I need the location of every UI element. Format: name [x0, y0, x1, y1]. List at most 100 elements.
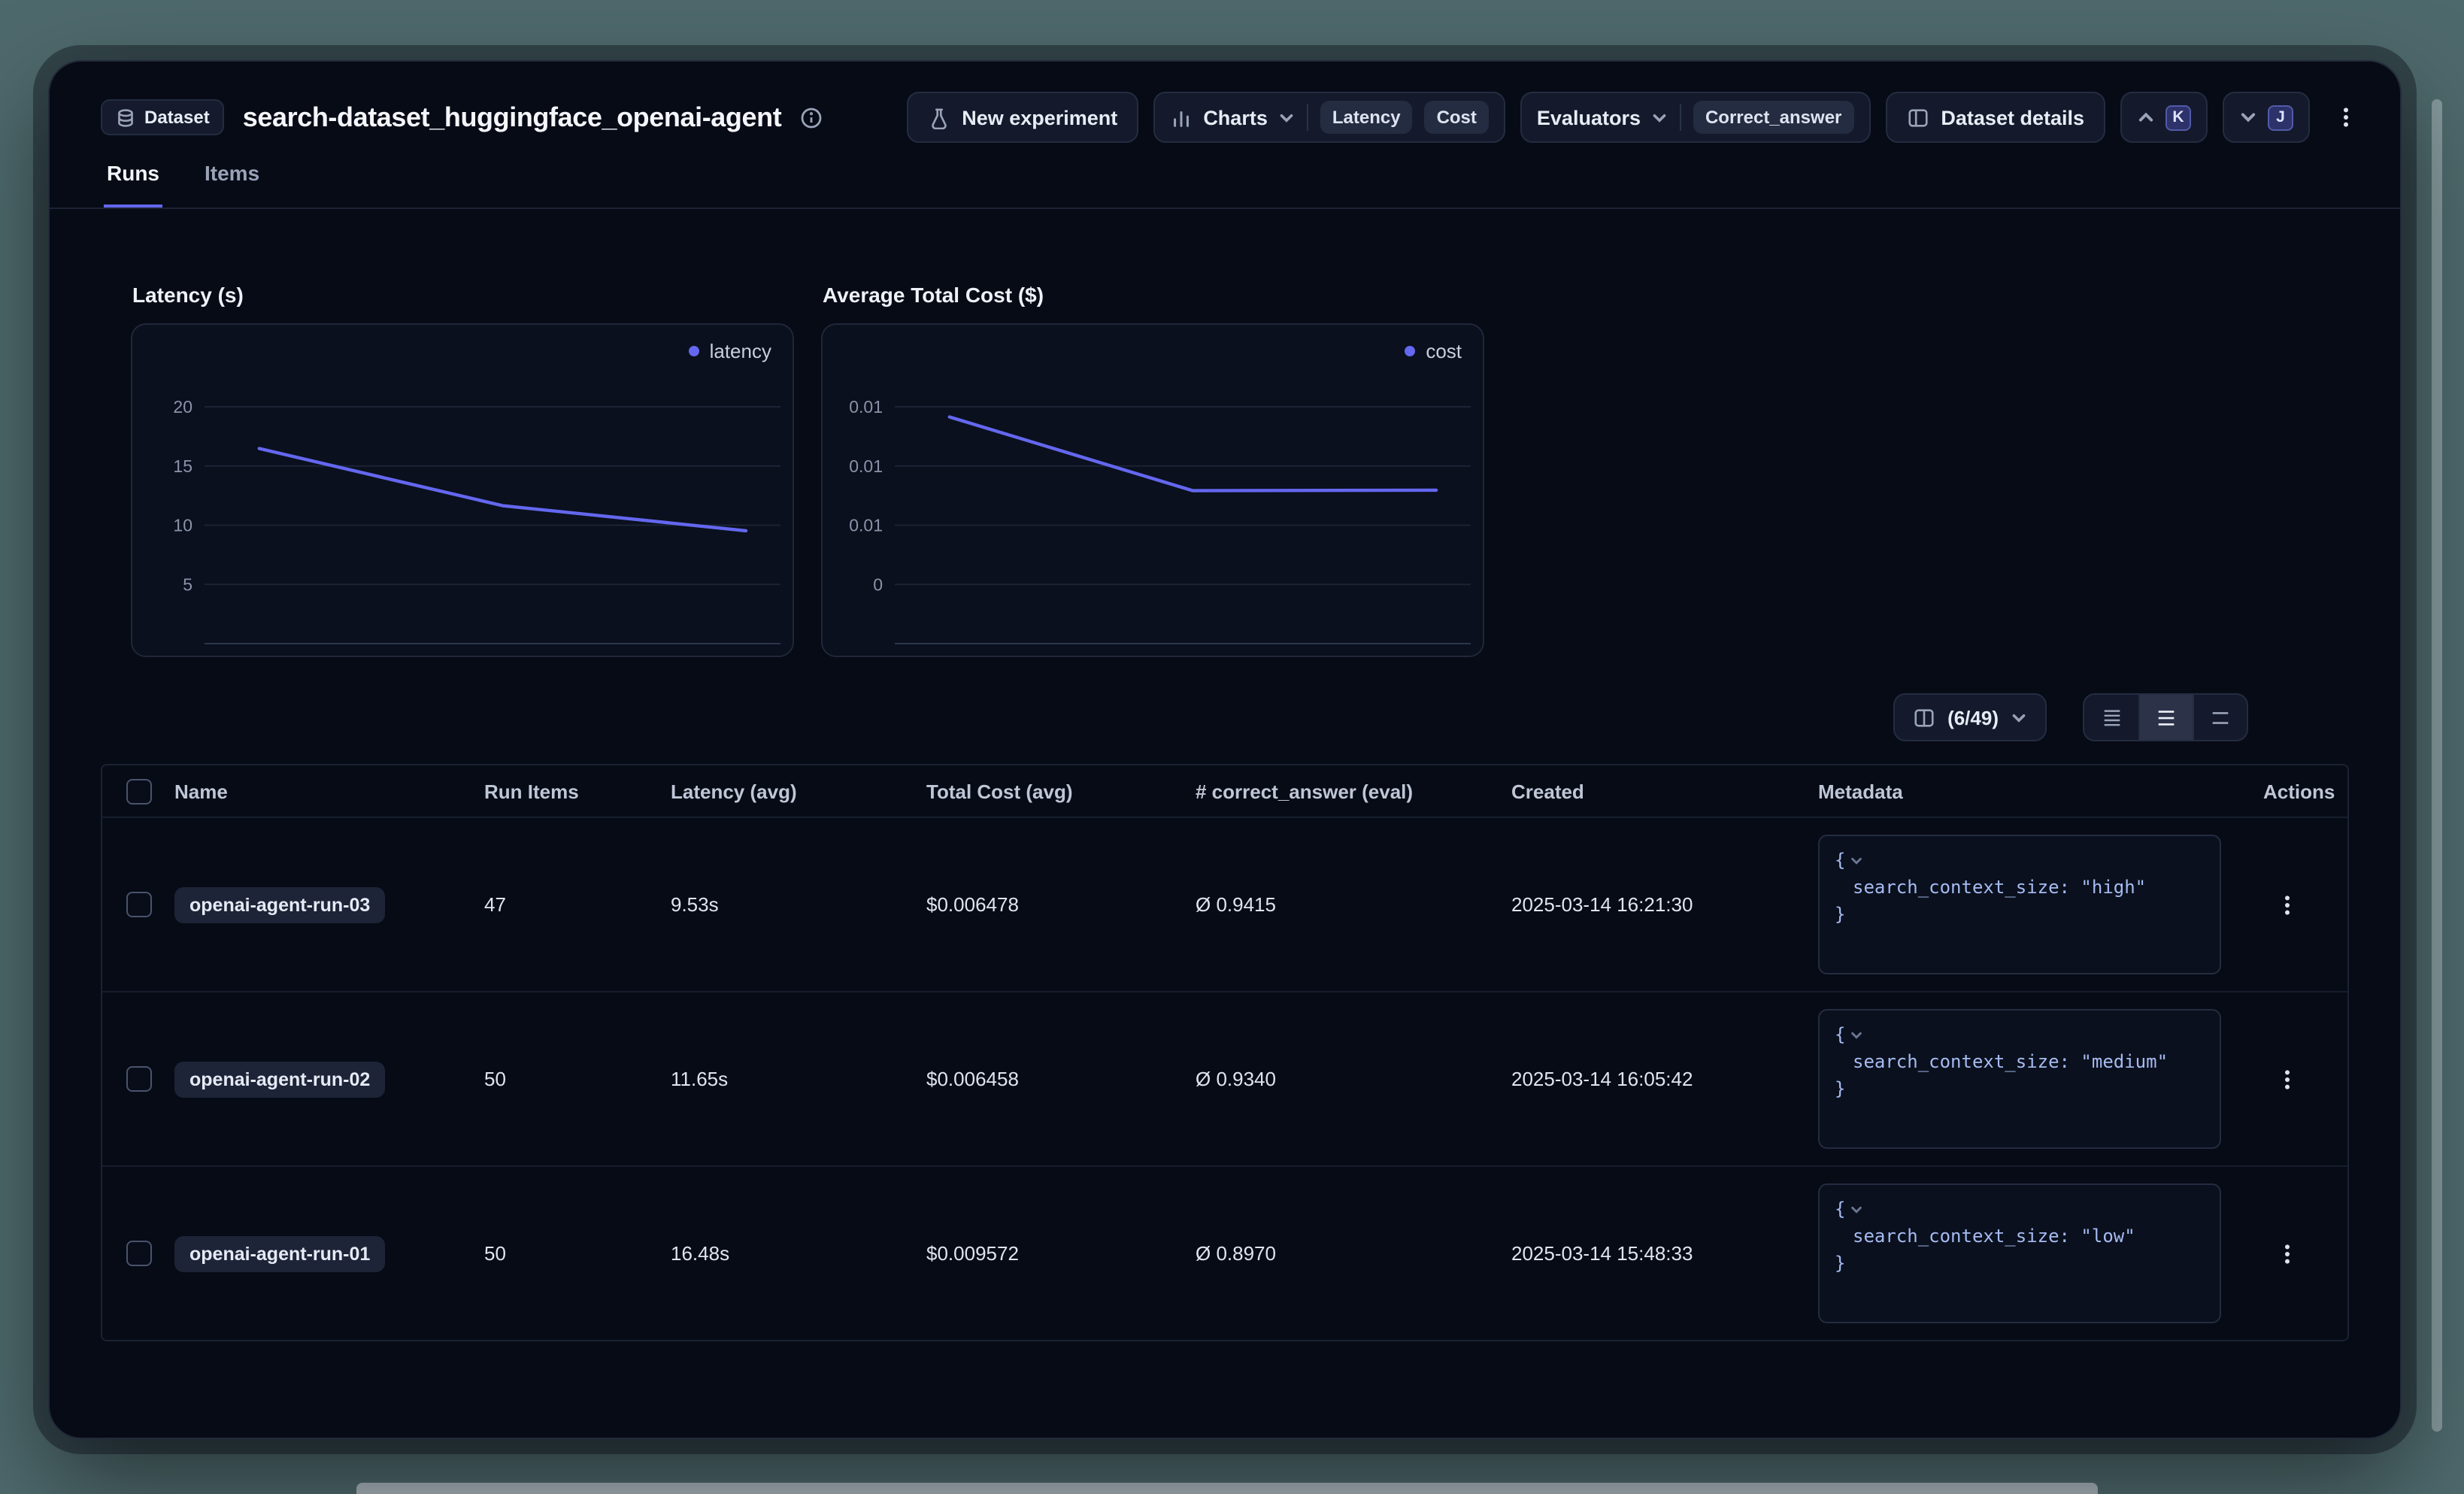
row-actions-button[interactable]	[2266, 1232, 2308, 1274]
chevron-down-icon	[1278, 109, 1295, 126]
shortcut-key-badge: J	[2268, 105, 2293, 130]
column-header-created[interactable]: Created	[1511, 780, 1818, 802]
table-row[interactable]: openai-agent-run-02 50 11.65s $0.006458 …	[102, 991, 2347, 1165]
charts-dropdown[interactable]: Charts	[1170, 106, 1295, 129]
info-icon[interactable]	[799, 106, 822, 129]
column-header-run-items[interactable]: Run Items	[484, 780, 671, 802]
json-body: search_context_size: "high"	[1835, 874, 2205, 901]
latency-value: 16.48s	[671, 1242, 926, 1265]
svg-text:20: 20	[173, 397, 192, 417]
tab-bar: Runs Items	[104, 143, 2367, 208]
total-cost-value: $0.006458	[926, 1068, 1196, 1090]
table-controls: (6/49)	[101, 693, 2349, 741]
correct-answer-value: Ø 0.8970	[1196, 1242, 1511, 1265]
row-height-small-button[interactable]	[2084, 695, 2138, 740]
row-checkbox[interactable]	[126, 1066, 151, 1092]
table-row[interactable]: openai-agent-run-03 47 9.53s $0.006478 Ø…	[102, 817, 2347, 991]
kebab-menu-icon	[2275, 1067, 2299, 1091]
evaluator-chip-correct-answer[interactable]: Correct_answer	[1693, 101, 1853, 134]
svg-text:0.01: 0.01	[849, 516, 883, 535]
cost-line-chart: 0.010.010.010	[823, 325, 1483, 656]
metadata-json[interactable]: { search_context_size: "high" }	[1818, 835, 2221, 974]
chart-legend: latency	[689, 340, 771, 362]
json-close-brace: }	[1835, 1250, 2205, 1277]
dataset-badge: Dataset	[101, 99, 225, 135]
dataset-details-button[interactable]: Dataset details	[1885, 92, 2105, 143]
column-header-correct-answer[interactable]: # correct_answer (eval)	[1196, 780, 1511, 802]
desktop: Dataset search-dataset_huggingface_opena…	[0, 0, 2464, 1494]
run-name-badge[interactable]: openai-agent-run-01	[174, 1235, 385, 1271]
dataset-details-label: Dataset details	[1941, 106, 2084, 129]
app-window: Dataset search-dataset_huggingface_opena…	[48, 60, 2402, 1439]
row-height-large-button[interactable]	[2193, 695, 2247, 740]
kebab-menu-icon	[2275, 892, 2299, 917]
column-visibility-button[interactable]: (6/49)	[1893, 693, 2047, 741]
evaluators-label: Evaluators	[1537, 106, 1641, 129]
run-name-badge[interactable]: openai-agent-run-03	[174, 886, 385, 923]
flask-icon	[927, 106, 950, 129]
legend-dot	[1405, 346, 1415, 356]
chevron-down-icon	[1651, 109, 1668, 126]
row-height-medium-button[interactable]	[2138, 695, 2193, 740]
row-checkbox[interactable]	[126, 1241, 151, 1266]
chart-title: Latency (s)	[132, 280, 794, 310]
scrollbar[interactable]	[2432, 99, 2442, 1432]
latency-value: 9.53s	[671, 893, 926, 916]
json-open-brace: {	[1835, 847, 1845, 874]
created-value: 2025-03-14 15:48:33	[1511, 1242, 1818, 1265]
collapse-chevron-icon[interactable]	[1850, 1028, 1863, 1041]
background-window-edge	[356, 1483, 2098, 1494]
tab-items[interactable]: Items	[202, 161, 262, 208]
table-row[interactable]: openai-agent-run-01 50 16.48s $0.009572 …	[102, 1165, 2347, 1340]
row-checkbox[interactable]	[126, 892, 151, 917]
divider	[1307, 104, 1308, 131]
column-header-metadata[interactable]: Metadata	[1818, 780, 2263, 802]
metadata-json[interactable]: { search_context_size: "medium" }	[1818, 1009, 2221, 1149]
column-header-total-cost[interactable]: Total Cost (avg)	[926, 780, 1196, 802]
nav-next-button[interactable]: J	[2223, 92, 2310, 143]
legend-label: latency	[710, 340, 771, 362]
header: Dataset search-dataset_huggingface_opena…	[50, 92, 2400, 209]
row-height-large-icon	[2209, 706, 2232, 729]
created-value: 2025-03-14 16:05:42	[1511, 1068, 1818, 1090]
chevron-down-icon	[2239, 108, 2257, 126]
chart-filter-chip-latency[interactable]: Latency	[1320, 101, 1413, 134]
chart-title: Average Total Cost ($)	[823, 280, 1484, 310]
metadata-json[interactable]: { search_context_size: "low" }	[1818, 1183, 2221, 1323]
new-experiment-button[interactable]: New experiment	[906, 92, 1138, 143]
correct-answer-value: Ø 0.9340	[1196, 1068, 1511, 1090]
evaluators-dropdown[interactable]: Evaluators	[1537, 106, 1668, 129]
charts-section: Latency (s) latency 2015105 Average Tota…	[131, 280, 2349, 657]
cost-chart-block: Average Total Cost ($) cost 0.010.010.01…	[821, 280, 1484, 657]
column-header-actions: Actions	[2263, 780, 2353, 802]
latency-line-chart: 2015105	[132, 325, 793, 656]
run-items-value: 50	[484, 1242, 671, 1265]
table-header-row: Name Run Items Latency (avg) Total Cost …	[102, 765, 2347, 817]
tab-runs[interactable]: Runs	[104, 161, 162, 208]
correct-answer-value: Ø 0.9415	[1196, 893, 1511, 916]
column-header-latency[interactable]: Latency (avg)	[671, 780, 926, 802]
select-all-checkbox[interactable]	[126, 778, 151, 804]
column-header-name[interactable]: Name	[174, 780, 484, 802]
collapse-chevron-icon[interactable]	[1850, 1202, 1863, 1216]
collapse-chevron-icon[interactable]	[1850, 853, 1863, 867]
total-cost-value: $0.006478	[926, 893, 1196, 916]
shortcut-key-badge: K	[2165, 105, 2191, 130]
svg-text:5: 5	[183, 574, 192, 594]
row-height-toggle	[2083, 693, 2248, 741]
run-name-badge[interactable]: openai-agent-run-02	[174, 1061, 385, 1097]
row-actions-button[interactable]	[2266, 1058, 2308, 1100]
nav-previous-button[interactable]: K	[2120, 92, 2208, 143]
latency-chart-card: latency 2015105	[131, 323, 794, 657]
more-options-button[interactable]	[2325, 92, 2367, 143]
chart-filter-chip-cost[interactable]: Cost	[1425, 101, 1489, 134]
divider	[1680, 104, 1681, 131]
panel-icon	[1906, 106, 1929, 129]
svg-text:15: 15	[173, 456, 192, 476]
row-actions-button[interactable]	[2266, 883, 2308, 926]
svg-text:0.01: 0.01	[849, 456, 883, 476]
bar-chart-icon	[1170, 106, 1193, 129]
json-open-brace: {	[1835, 1021, 1845, 1048]
run-items-value: 47	[484, 893, 671, 916]
cost-chart-card: cost 0.010.010.010	[821, 323, 1484, 657]
